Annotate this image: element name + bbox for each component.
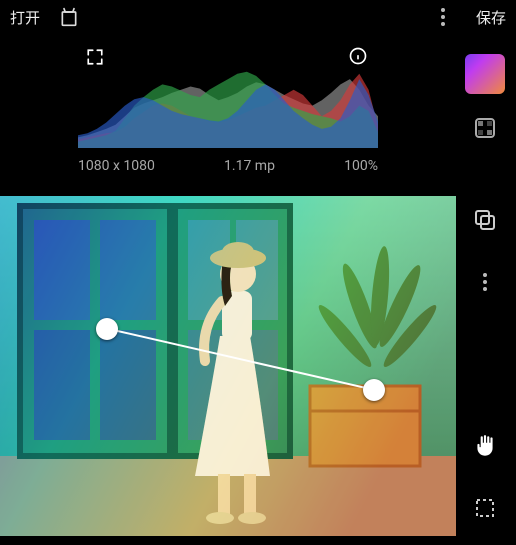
gradient-swatch[interactable] xyxy=(465,54,505,94)
gradient-handle-end[interactable] xyxy=(363,379,385,401)
crop-icon[interactable] xyxy=(469,492,501,524)
more-icon[interactable] xyxy=(430,4,456,30)
transparency-icon[interactable] xyxy=(469,112,501,144)
expand-icon[interactable] xyxy=(86,48,104,70)
open-button[interactable]: 打开 xyxy=(8,3,42,32)
more-vertical-icon[interactable] xyxy=(469,266,501,298)
info-icon[interactable] xyxy=(348,46,368,70)
histogram-chart xyxy=(78,42,378,148)
megapixels-label: 1.17 mp xyxy=(224,158,275,174)
save-button[interactable]: 保存 xyxy=(474,3,508,32)
image-canvas[interactable] xyxy=(0,196,456,536)
gradient-handle-start[interactable] xyxy=(96,318,118,340)
shop-icon[interactable] xyxy=(56,4,82,30)
histogram-panel: 1080 x 1080 1.17 mp 100% xyxy=(0,34,516,184)
edited-photo xyxy=(0,196,456,536)
layers-icon[interactable] xyxy=(469,204,501,236)
resolution-label: 1080 x 1080 xyxy=(78,158,155,174)
pan-hand-icon[interactable] xyxy=(469,430,501,462)
zoom-label: 100% xyxy=(344,158,378,174)
